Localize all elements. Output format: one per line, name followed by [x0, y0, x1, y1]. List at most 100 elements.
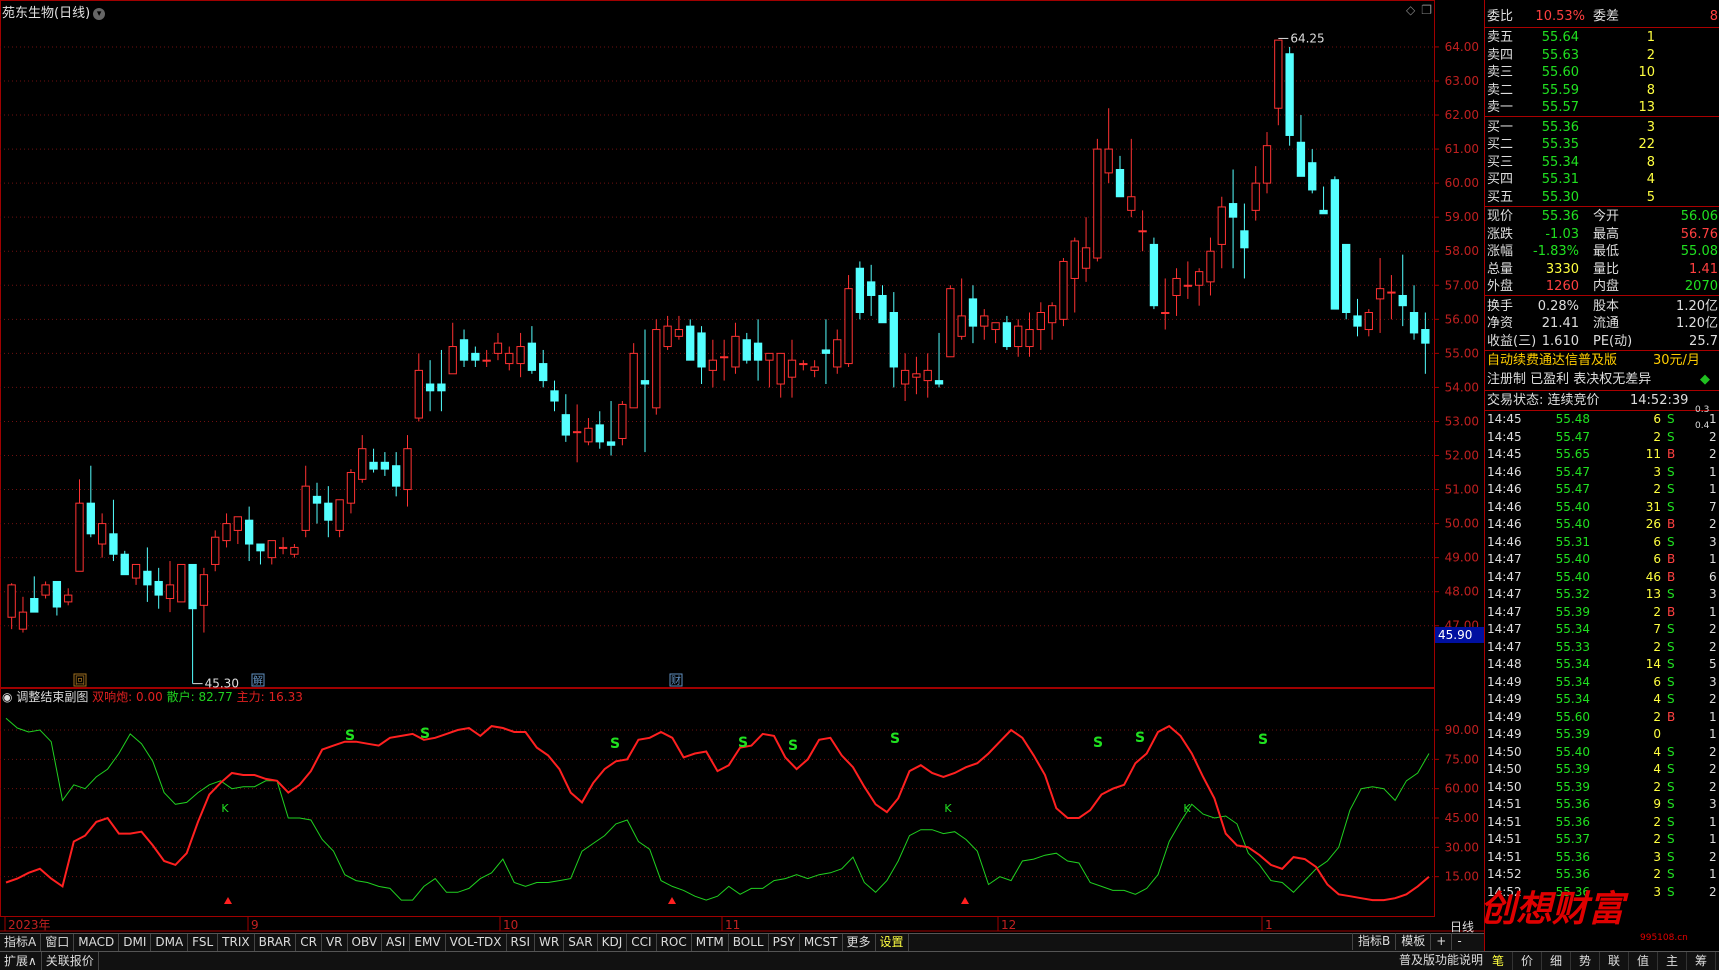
indicator-tab[interactable]: CCI: [627, 934, 657, 951]
bid-row: 买五 55.30 5: [1485, 188, 1719, 207]
indicator-tab[interactable]: WR: [535, 934, 565, 951]
indicator-tab[interactable]: EMV: [410, 934, 446, 951]
bid-label: 买二: [1487, 137, 1514, 152]
promo-text[interactable]: 自动续费通达信普及版: [1487, 351, 1617, 370]
candle-body: [572, 431, 582, 434]
sub-y-tick-label: 30.00: [1445, 840, 1479, 854]
diamond-icon[interactable]: ◇: [1406, 3, 1415, 17]
stat-row: 涨幅 -1.83% 最低 55.08: [1485, 242, 1719, 261]
stat-row: 涨跌 -1.03 最高 56.76: [1485, 225, 1719, 244]
extension-tab[interactable]: 关联报价: [42, 952, 99, 970]
tick-volume: 14: [1645, 657, 1661, 671]
chart-title-bar[interactable]: 苑东生物(日线) ▾: [2, 2, 106, 21]
help-link[interactable]: 普及版功能说明: [1395, 951, 1487, 968]
indicator-tab[interactable]: SAR: [564, 934, 598, 951]
candle-body: [618, 403, 627, 439]
tick-time: 14:46: [1487, 534, 1522, 549]
signal-s-label: S: [610, 736, 620, 752]
y-tick-label: 58.00: [1445, 244, 1479, 258]
tick-count: 1: [1709, 727, 1717, 741]
candle-body: [1195, 271, 1204, 286]
indicator-tab[interactable]: ASI: [382, 934, 411, 951]
bid-price: 55.36: [1541, 119, 1579, 135]
tick-price: 55.47: [1555, 482, 1590, 496]
candle-body: [1375, 288, 1385, 300]
promo-text-2: 注册制 已盈利 表决权无差异: [1487, 372, 1652, 387]
stat-value: 55.08: [1680, 244, 1718, 259]
indicator-tab[interactable]: MCST: [800, 934, 843, 951]
tick-price: 55.40: [1555, 499, 1590, 514]
indicator-tab[interactable]: VR: [322, 934, 348, 951]
quote-tab[interactable]: 细: [1542, 952, 1571, 970]
restore-icon[interactable]: ❐: [1421, 3, 1432, 17]
indicator-tab[interactable]: VOL-TDX: [446, 934, 507, 951]
candle-body: [64, 594, 73, 603]
tick-row: 14:50 55.40 4 S 2: [1485, 744, 1719, 761]
tick-time: 14:46: [1487, 499, 1522, 514]
chevron-down-icon[interactable]: ▾: [93, 8, 106, 20]
indicator-tab[interactable]: ROC: [657, 934, 692, 951]
promo-price[interactable]: 30元/月: [1653, 351, 1700, 370]
candle-body: [1217, 206, 1226, 245]
candle-body: [652, 329, 661, 409]
quote-tab[interactable]: 值: [1629, 952, 1658, 970]
stat2-value: 1.610: [1541, 333, 1579, 349]
indicator-tab[interactable]: MACD: [74, 934, 120, 951]
y-tick-label: 52.00: [1445, 449, 1479, 463]
quote-tab[interactable]: 价: [1513, 952, 1542, 970]
quote-tab[interactable]: 势: [1571, 952, 1600, 970]
event-marker: 解: [253, 674, 263, 687]
indicator-tab[interactable]: 指标A: [0, 934, 42, 951]
candle-body: [799, 363, 808, 366]
indicator-tab[interactable]: RSI: [507, 934, 536, 951]
candle-body: [1228, 203, 1238, 218]
buy-signal-triangle: [224, 897, 232, 904]
indicator-tab[interactable]: 设置: [876, 934, 909, 951]
indicator-tab[interactable]: DMA: [151, 934, 189, 951]
candle-body: [957, 315, 966, 337]
indicator-tab[interactable]: KDJ: [598, 934, 628, 951]
indicator-right-button[interactable]: 指标B: [1352, 933, 1395, 950]
candle-body: [787, 359, 797, 378]
tick-price: 55.34: [1555, 657, 1590, 671]
indicator-right-button[interactable]: 模板: [1395, 933, 1430, 950]
indicator-tab[interactable]: 更多: [843, 934, 876, 951]
indicator-tab[interactable]: BRAR: [255, 934, 297, 951]
indicator-right-button[interactable]: -: [1451, 933, 1466, 950]
indicator-tab[interactable]: OBV: [348, 934, 383, 951]
quote-tab[interactable]: 笔: [1484, 952, 1513, 970]
indicator-tab[interactable]: CR: [296, 934, 322, 951]
indicator-tab[interactable]: PSY: [769, 934, 800, 951]
settings-icon[interactable]: ◉: [2, 690, 12, 704]
x-axis-label: 12: [1001, 918, 1016, 932]
indicator-tab[interactable]: BOLL: [729, 934, 769, 951]
candle-body: [1093, 148, 1102, 259]
candle-body: [448, 346, 457, 375]
quote-tab[interactable]: 筹: [1687, 952, 1716, 970]
quote-tab[interactable]: 联: [1600, 952, 1629, 970]
candle-body: [1002, 322, 1012, 348]
tick-row: 14:47 55.32 13 S 3: [1485, 586, 1719, 603]
indicator-tab[interactable]: TRIX: [218, 934, 255, 951]
indicator-tab[interactable]: FSL: [188, 934, 219, 951]
signal-k-label: K: [221, 802, 229, 815]
tick-price: 55.34: [1555, 692, 1590, 706]
y-tick-label: 62.00: [1445, 108, 1479, 122]
chart-canvas[interactable]: 64.00 63.00 62.00 61.00 60.00 59.00 58.00 57.00…: [0, 0, 1484, 933]
candle-body: [482, 359, 491, 362]
quote-tab[interactable]: 主: [1658, 952, 1687, 970]
y-tick-label: 60.00: [1445, 176, 1479, 190]
tick-time: 14:49: [1487, 674, 1522, 689]
indicator-tab[interactable]: 窗口: [41, 934, 75, 951]
sub-chart-title[interactable]: 调整结束副图: [16, 690, 88, 704]
legend-value-2: 82.77: [198, 690, 233, 704]
extension-tab[interactable]: 扩展∧: [0, 952, 42, 970]
tick-time: 14:47: [1487, 552, 1522, 566]
tick-count: 2: [1709, 762, 1717, 776]
indicator-tab[interactable]: MTM: [692, 934, 729, 951]
ask-row: 卖一 55.57 13: [1485, 98, 1719, 117]
indicator-tab[interactable]: DMI: [119, 934, 152, 951]
candle-body: [1285, 53, 1294, 136]
indicator-right-button[interactable]: +: [1430, 933, 1451, 950]
candle-body: [742, 339, 751, 361]
